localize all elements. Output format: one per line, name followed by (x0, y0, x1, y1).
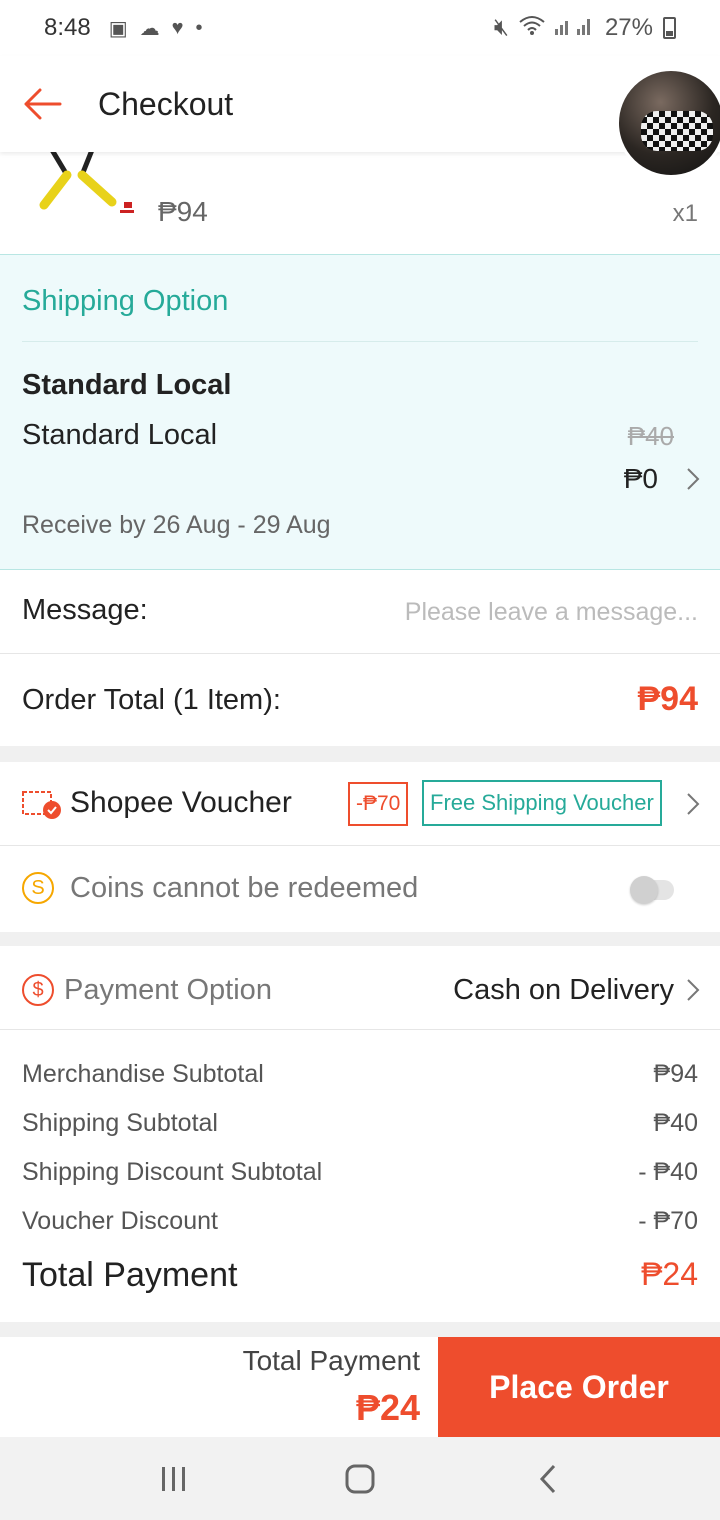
page-title: Checkout (98, 85, 234, 122)
coins-label: Coins cannot be redeemed (70, 872, 419, 904)
voucher-label: Shopee Voucher (70, 786, 292, 819)
payment-option-label: Payment Option (64, 974, 272, 1006)
status-bar: 8:48 ▣ ☁ ♥ • 🔇︎ 27% (0, 0, 720, 56)
discount-voucher-tag: -₱70 (348, 782, 409, 826)
summary-value: - ₱40 (638, 1158, 698, 1186)
image-icon: ▣ (108, 17, 128, 40)
delivery-estimate: Receive by 26 Aug - 29 Aug (22, 511, 331, 539)
place-order-button[interactable]: Place Order (438, 1337, 720, 1437)
payment-method-value: Cash on Delivery (453, 974, 674, 1006)
order-total-label: Order Total (1 Item): (22, 684, 281, 716)
product-price: ₱94 (158, 196, 208, 227)
dot-icon: • (195, 16, 203, 39)
checkout-bottom-bar: Total Payment ₱24 Place Order (0, 1337, 720, 1437)
summary-row: Merchandise Subtotal ₱94 (22, 1060, 698, 1094)
chevron-right-icon (686, 792, 700, 821)
order-total-row: Order Total (1 Item): ₱94 (0, 654, 720, 746)
order-total-value: ₱94 (637, 680, 699, 718)
coin-icon: S (22, 872, 54, 904)
status-time: 8:48 (44, 14, 91, 41)
summary-label: Shipping Subtotal (22, 1109, 218, 1137)
lazada-icon: ♥ (171, 16, 184, 39)
bottom-total-value: ₱24 (355, 1387, 420, 1428)
shipping-original-fee: ₱40 (627, 421, 674, 451)
product-thumbnail (22, 150, 140, 232)
summary-row: Shipping Subtotal ₱40 (22, 1109, 698, 1143)
home-icon[interactable] (300, 1437, 420, 1520)
shopee-voucher-row[interactable]: Shopee Voucher -₱70 Free Shipping Vouche… (0, 762, 720, 846)
battery-icon (663, 17, 676, 39)
summary-total-row: Total Payment ₱24 (22, 1256, 698, 1300)
recent-apps-icon[interactable] (114, 1437, 234, 1520)
app-bar: Checkout (0, 56, 720, 178)
summary-value: - ₱70 (638, 1207, 698, 1235)
payment-option-row[interactable]: $ Payment Option Cash on Delivery (0, 946, 720, 1030)
shipping-fee: ₱0 (623, 463, 658, 494)
free-shipping-voucher-tag: Free Shipping Voucher (422, 780, 662, 826)
summary-total-value: ₱24 (641, 1256, 698, 1292)
shipping-option-section[interactable]: Shipping Option Standard Local Standard … (0, 254, 720, 570)
product-quantity: x1 (672, 200, 698, 227)
payment-summary: Merchandise Subtotal ₱94 Shipping Subtot… (0, 1030, 720, 1322)
mute-icon: 🔇︎ (493, 14, 509, 41)
summary-value: ₱40 (653, 1109, 698, 1137)
summary-label: Shipping Discount Subtotal (22, 1158, 323, 1186)
coins-row: S Coins cannot be redeemed (0, 846, 720, 932)
summary-total-label: Total Payment (22, 1256, 238, 1294)
summary-label: Merchandise Subtotal (22, 1060, 264, 1088)
shipping-heading: Shipping Option (22, 285, 229, 317)
cloud-icon: ☁ (139, 17, 160, 40)
summary-label: Voucher Discount (22, 1207, 218, 1235)
toggle-knob (630, 876, 658, 904)
message-row: Message: (0, 570, 720, 654)
back-nav-icon[interactable] (488, 1437, 608, 1520)
chevron-right-icon (686, 467, 700, 496)
product-row[interactable]: ₱94 x1 (0, 150, 720, 254)
divider (22, 341, 698, 342)
system-nav-bar (0, 1437, 720, 1520)
avatar[interactable] (616, 68, 720, 178)
summary-row: Shipping Discount Subtotal - ₱40 (22, 1158, 698, 1192)
chevron-right-icon (686, 978, 700, 1007)
bottom-total-label: Total Payment (242, 1345, 420, 1376)
message-label: Message: (22, 594, 148, 626)
shipping-method: Standard Local (22, 419, 218, 451)
dollar-icon: $ (22, 974, 54, 1006)
summary-row: Voucher Discount - ₱70 (22, 1207, 698, 1241)
battery-percent: 27% (604, 14, 653, 41)
coins-toggle[interactable] (630, 876, 674, 904)
message-input[interactable] (338, 592, 698, 632)
avatar-mask-pattern (641, 111, 713, 151)
status-right: 🔇︎ 27% (494, 14, 676, 42)
back-arrow-icon[interactable] (0, 56, 84, 152)
wifi-icon (519, 14, 545, 42)
summary-value: ₱94 (653, 1060, 698, 1088)
shipping-method-title: Standard Local (22, 369, 232, 401)
signal-icon (554, 14, 595, 42)
voucher-icon (22, 788, 62, 825)
